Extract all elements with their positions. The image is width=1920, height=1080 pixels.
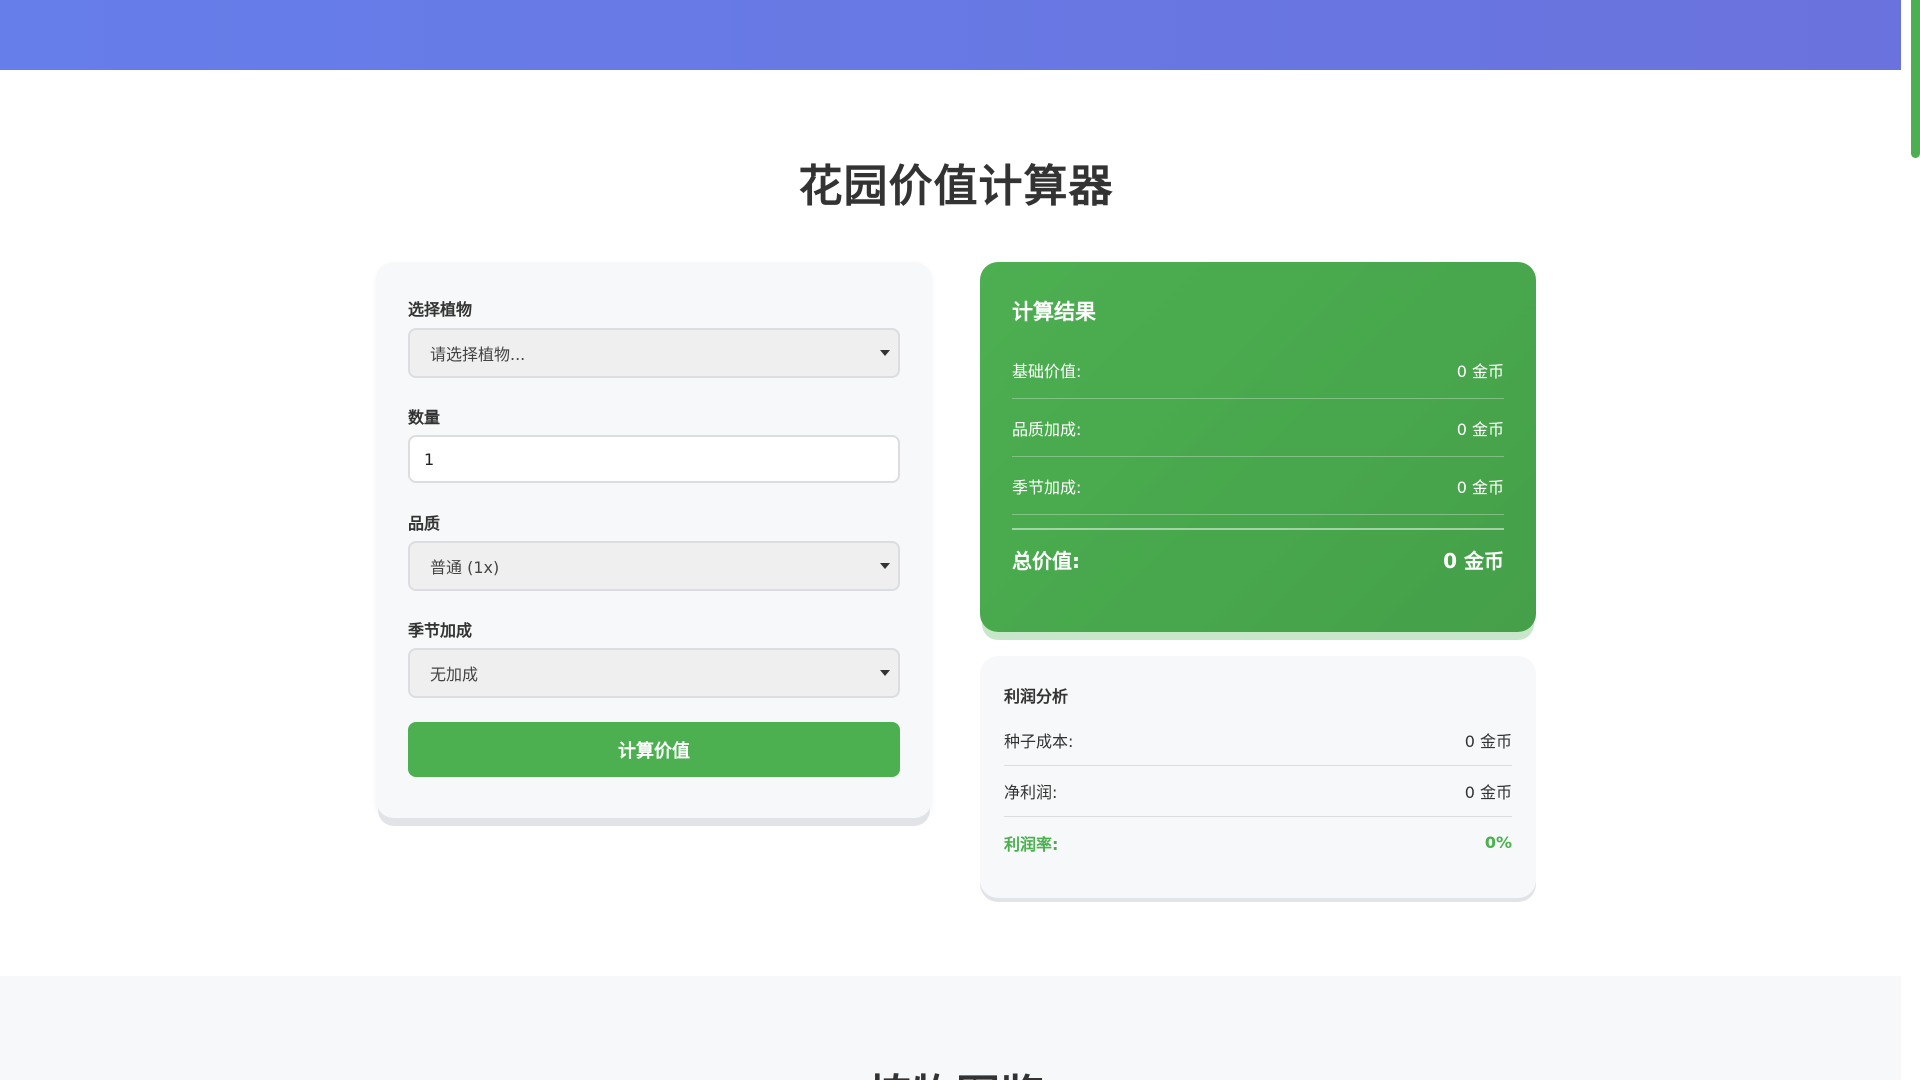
page-title: 花园价值计算器	[798, 161, 1114, 212]
profit-row-label: 净利润:	[1004, 783, 1058, 802]
result-total: 总价值: 0 金币	[1012, 528, 1504, 588]
viewport: 花园价值计算器 选择植物 请选择植物... 数量 1 品质 普通 (1x) 季节…	[0, 0, 1920, 1080]
result-row-label: 基础价值:	[1012, 361, 1082, 381]
plant-guide-section: 植物图鉴	[0, 976, 1901, 1080]
profit-row-value: 0 金币	[1464, 732, 1512, 751]
season-bonus-select[interactable]: 无加成	[408, 648, 900, 698]
profit-analysis-card: 利润分析 种子成本: 0 金币 净利润: 0 金币 利润率: 0%	[980, 656, 1536, 898]
result-row-label: 季节加成:	[1012, 477, 1082, 497]
profit-title: 利润分析	[1004, 687, 1069, 706]
quantity-label: 数量	[408, 408, 441, 427]
result-row-value: 0 金币	[1456, 419, 1504, 439]
plant-select-value: 请选择植物...	[430, 345, 526, 364]
chevron-down-icon	[880, 670, 890, 676]
result-row-label: 品质加成:	[1012, 419, 1082, 439]
scrollbar[interactable]	[1901, 0, 1920, 1080]
season-bonus-label: 季节加成	[408, 621, 473, 640]
total-value: 0 金币	[1443, 548, 1504, 573]
result-card: 计算结果 基础价值: 0 金币 品质加成: 0 金币 季节加成: 0 金币 总价…	[980, 262, 1536, 632]
quantity-input[interactable]: 1	[408, 435, 900, 483]
profit-row-label: 利润率:	[1004, 834, 1059, 854]
quality-label: 品质	[408, 514, 441, 533]
plant-select-label: 选择植物	[408, 300, 473, 319]
profit-row-rate: 利润率: 0%	[1004, 817, 1512, 868]
profit-row-value: 0 金币	[1464, 783, 1512, 802]
profit-row-seed-cost: 种子成本: 0 金币	[1004, 715, 1512, 766]
season-bonus-select-value: 无加成	[430, 665, 479, 684]
section-title: 植物图鉴	[0, 1060, 1912, 1080]
result-row-season: 季节加成: 0 金币	[1012, 457, 1504, 515]
quality-select[interactable]: 普通 (1x)	[408, 541, 900, 591]
quantity-input-value: 1	[424, 449, 435, 469]
profit-row-net-profit: 净利润: 0 金币	[1004, 766, 1512, 817]
top-banner	[0, 0, 1901, 70]
result-row-value: 0 金币	[1456, 477, 1504, 497]
calculate-button[interactable]: 计算价值	[408, 722, 900, 777]
scrollbar-thumb[interactable]	[1911, 0, 1920, 158]
quality-select-value: 普通 (1x)	[430, 558, 500, 577]
chevron-down-icon	[880, 563, 890, 569]
chevron-down-icon	[880, 350, 890, 356]
profit-row-value: 0%	[1484, 833, 1512, 852]
plant-select[interactable]: 请选择植物...	[408, 328, 900, 378]
result-title: 计算结果	[1012, 300, 1096, 324]
result-row-value: 0 金币	[1456, 361, 1504, 381]
profit-row-label: 种子成本:	[1004, 732, 1074, 751]
total-label: 总价值:	[1012, 548, 1080, 573]
calculator-form-card: 选择植物 请选择植物... 数量 1 品质 普通 (1x) 季节加成 无加成 计…	[376, 262, 932, 818]
result-row-base: 基础价值: 0 金币	[1012, 341, 1504, 399]
result-row-quality: 品质加成: 0 金币	[1012, 399, 1504, 457]
